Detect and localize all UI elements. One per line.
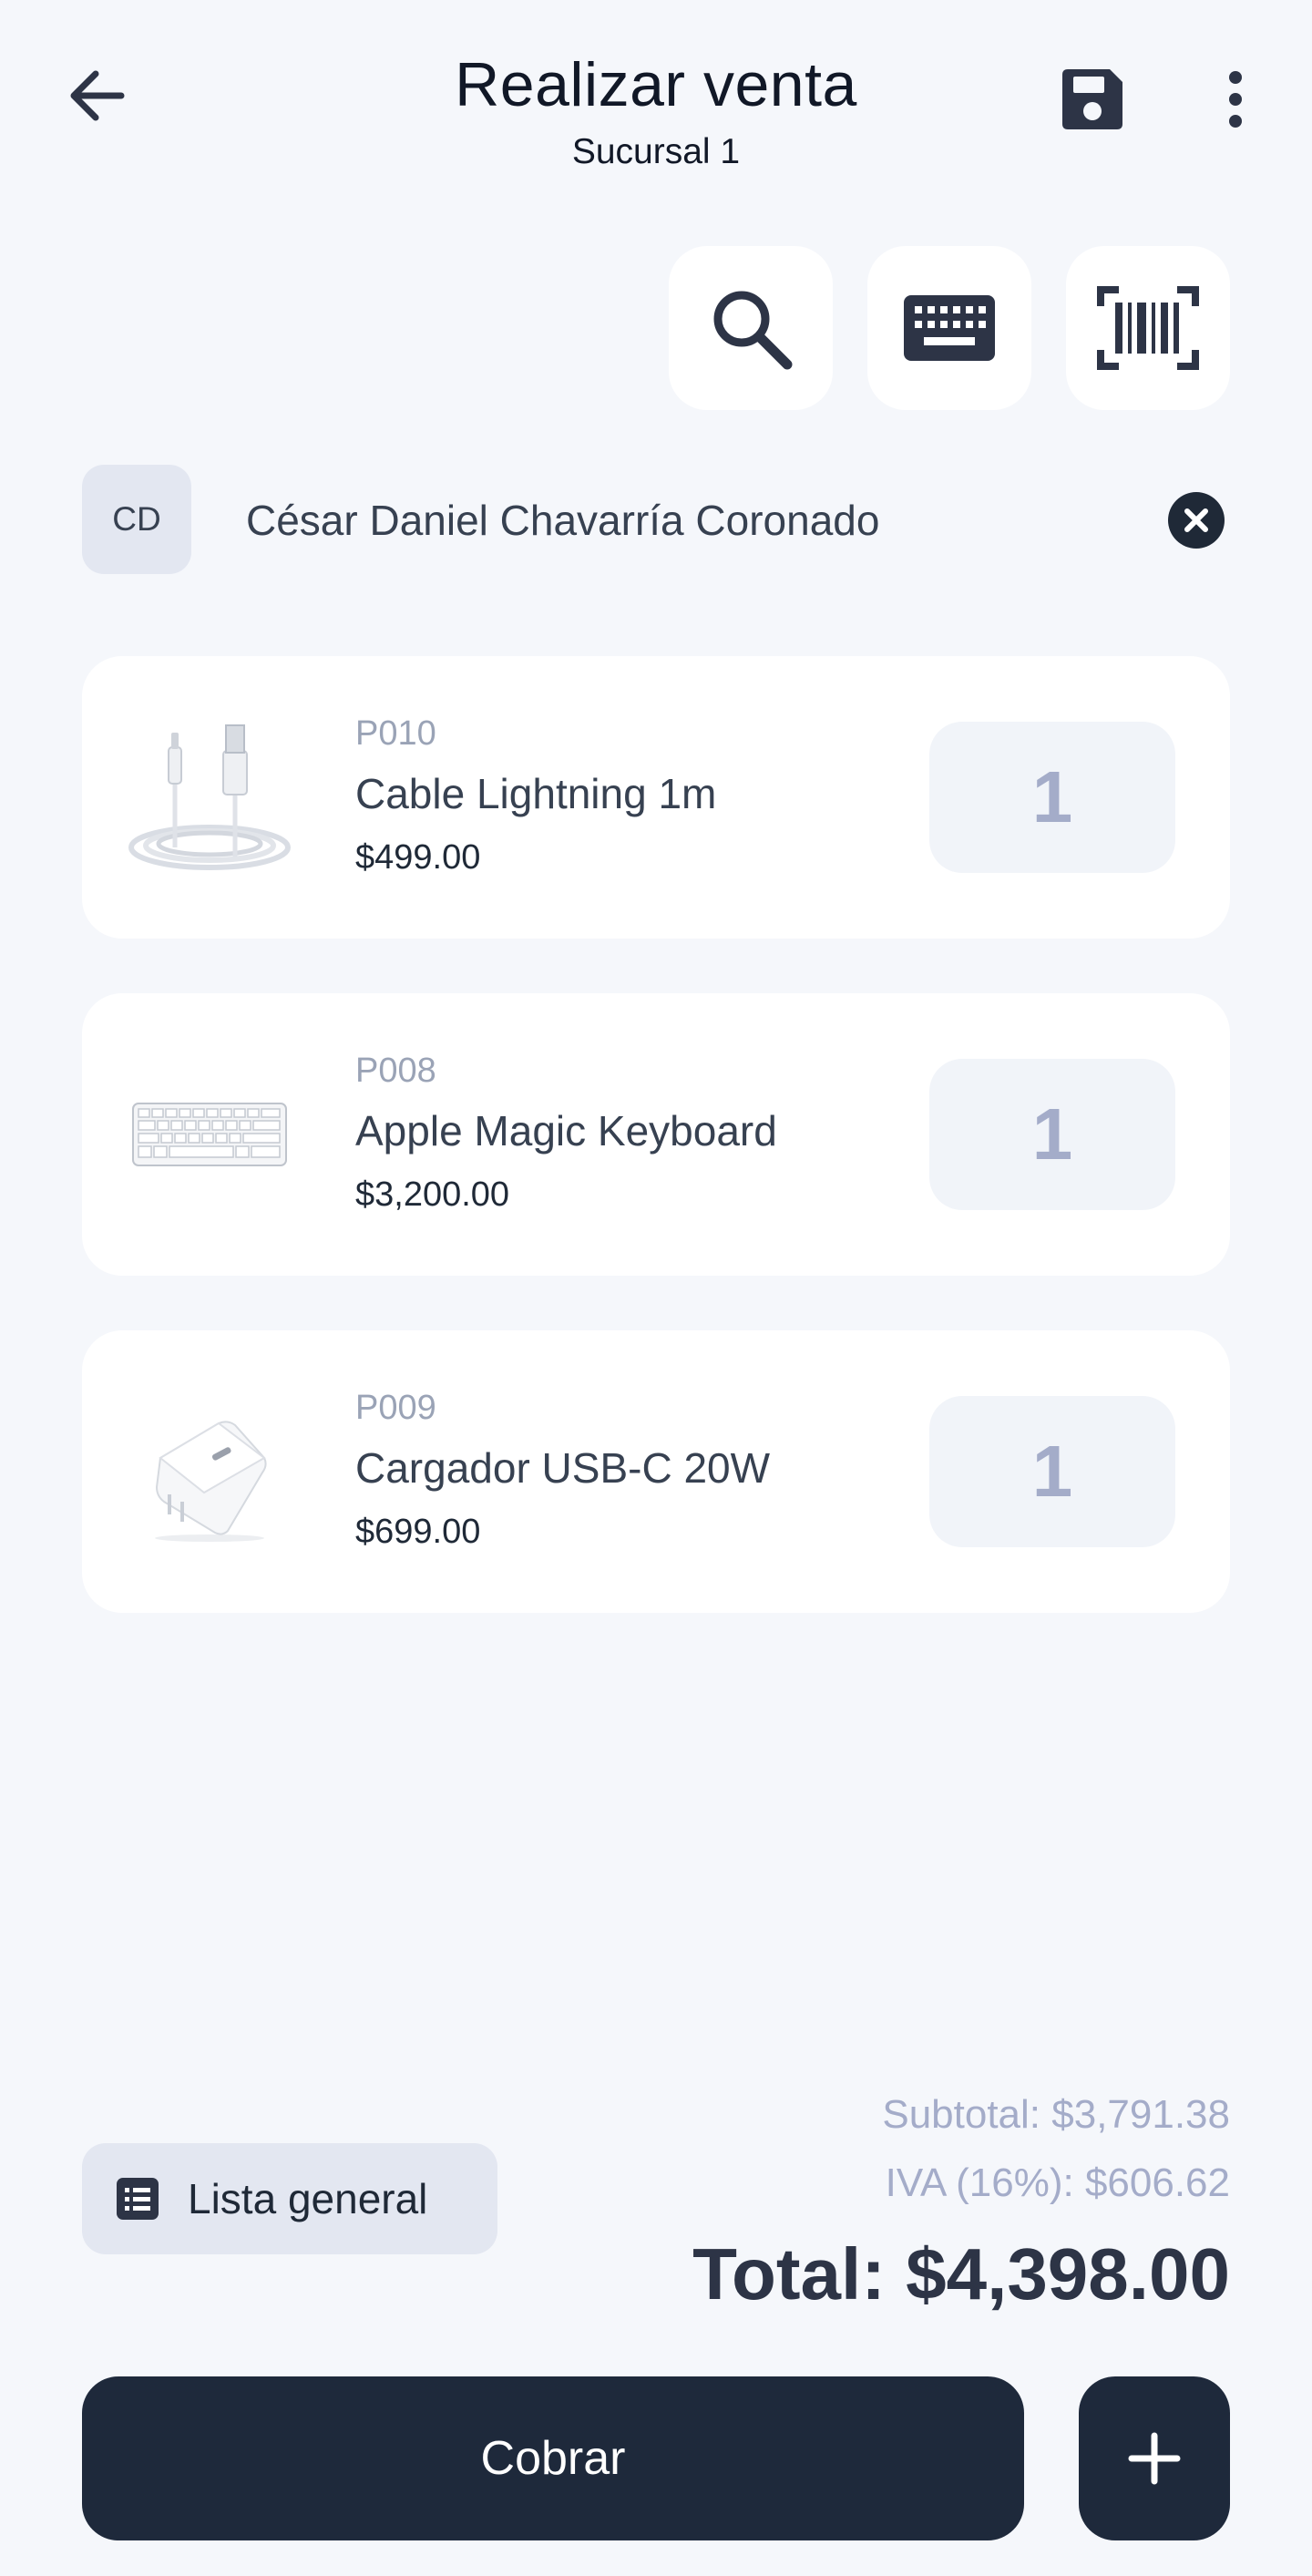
keyboard-icon <box>904 295 995 361</box>
subtotal-text: Subtotal: $3,791.38 <box>882 2092 1230 2137</box>
search-icon <box>713 291 793 370</box>
barcode-scanner-icon <box>1097 286 1199 370</box>
product-price: $699.00 <box>355 1513 481 1551</box>
charge-button[interactable]: Cobrar <box>82 2376 1024 2540</box>
quantity-field[interactable]: 1 <box>929 722 1175 873</box>
floppy-disk-icon <box>1062 69 1122 129</box>
manual-entry-button[interactable] <box>867 246 1031 410</box>
magic-keyboard-image <box>128 1057 292 1212</box>
quantity-field[interactable]: 1 <box>929 1396 1175 1547</box>
quantity-field[interactable]: 1 <box>929 1059 1175 1210</box>
lightning-cable-image <box>128 720 292 875</box>
customer-avatar: CD <box>82 465 191 574</box>
sale-screen: Realizar venta Sucursal 1 CD César Danie… <box>0 0 1312 2576</box>
product-price: $499.00 <box>355 838 481 877</box>
product-name: Apple Magic Keyboard <box>355 1107 777 1155</box>
customer-initials: CD <box>112 500 161 538</box>
product-card[interactable]: P009 Cargador USB-C 20W $699.00 1 <box>82 1330 1230 1613</box>
more-options-button[interactable] <box>1199 56 1272 142</box>
total-text: Total: $4,398.00 <box>692 2233 1230 2314</box>
clear-customer-button[interactable] <box>1168 492 1225 549</box>
charge-button-label: Cobrar <box>480 2432 626 2485</box>
product-card[interactable]: P010 Cable Lightning 1m $499.00 1 <box>82 656 1230 939</box>
product-code: P010 <box>355 714 436 753</box>
more-vertical-icon <box>1229 71 1242 128</box>
product-name: Cable Lightning 1m <box>355 770 717 817</box>
plus-icon <box>1128 2432 1181 2485</box>
product-code: P008 <box>355 1052 436 1090</box>
tax-text: IVA (16%): $606.62 <box>885 2160 1230 2205</box>
price-list-button[interactable]: Lista general <box>82 2143 497 2254</box>
barcode-scan-button[interactable] <box>1066 246 1230 410</box>
usbc-charger-image <box>128 1394 292 1549</box>
product-name: Cargador USB-C 20W <box>355 1444 771 1492</box>
customer-name[interactable]: César Daniel Chavarría Coronado <box>246 496 879 545</box>
save-button[interactable] <box>1050 56 1135 142</box>
product-price: $3,200.00 <box>355 1175 510 1214</box>
add-button[interactable] <box>1079 2376 1230 2540</box>
product-card[interactable]: P008 Apple Magic Keyboard $3,200.00 1 <box>82 993 1230 1276</box>
close-circle-icon <box>1184 508 1208 532</box>
list-icon <box>117 2178 159 2220</box>
product-code: P009 <box>355 1389 436 1427</box>
price-list-label: Lista general <box>188 2175 428 2222</box>
search-button[interactable] <box>669 246 833 410</box>
